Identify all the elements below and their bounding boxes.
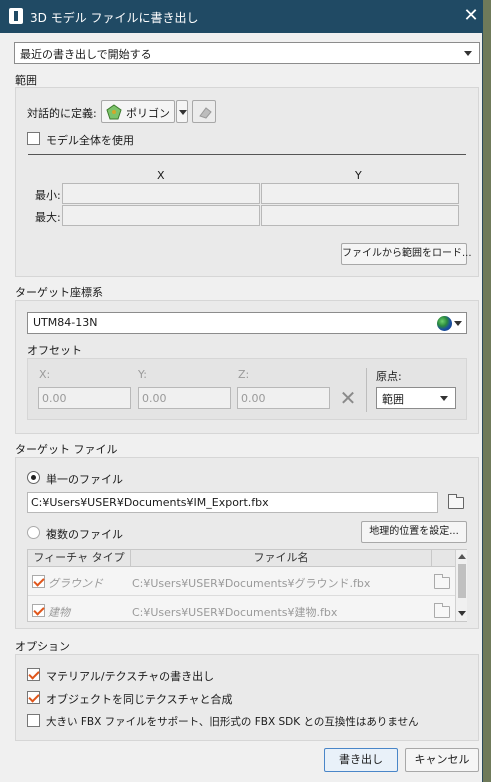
offset-y-field[interactable]: 0.00 [138, 387, 231, 409]
large-fbx-label: 大きい FBX ファイルをサポート、旧形式の FBX SDK との互換性はありま… [46, 716, 419, 728]
row-feature-type: グラウンド [48, 577, 103, 590]
row-checkbox[interactable] [32, 575, 45, 588]
scrollbar-thumb[interactable] [458, 564, 466, 598]
multiple-files-radio[interactable] [27, 526, 40, 539]
merge-same-texture-checkbox[interactable] [27, 691, 40, 704]
max-label: 最大: [35, 211, 61, 224]
offset-y-label: Y: [138, 368, 147, 381]
col-file-name: ファイル名 [253, 551, 309, 564]
preset-select[interactable]: 最近の書き出しで開始する [14, 42, 480, 64]
origin-value: 範囲 [382, 393, 404, 406]
table-row[interactable]: グラウンド C:¥Users¥USER¥Documents¥グラウンド.fbx [28, 568, 455, 596]
offset-z-label: Z: [238, 368, 250, 381]
export-materials-label: マテリアル/テクスチャの書き出し [46, 670, 215, 683]
export-materials-checkbox[interactable] [27, 668, 40, 681]
row-feature-type: 建物 [48, 606, 70, 619]
divider [28, 154, 466, 155]
polygon-icon [106, 104, 122, 120]
define-interactively-label: 対話的に定義: [27, 107, 97, 120]
folder-browse-icon[interactable] [448, 494, 464, 509]
coordinate-system-select[interactable]: UTM84-13N [27, 312, 467, 334]
row-file-name: C:¥Users¥USER¥Documents¥建物.fbx [132, 606, 338, 619]
extent-x-header: X [157, 169, 165, 182]
extent-section-label: 範囲 [15, 74, 37, 87]
row-folder-icon[interactable] [434, 574, 450, 589]
row-file-name: C:¥Users¥USER¥Documents¥グラウンド.fbx [132, 577, 371, 590]
single-file-radio[interactable] [27, 471, 40, 484]
app-icon [9, 8, 23, 24]
min-x-field[interactable] [62, 183, 260, 204]
scroll-down-icon[interactable] [458, 611, 466, 616]
export-3d-model-dialog: 3D モデル ファイルに書き出し ✕ 最近の書き出しで開始する 範囲 対話的に定… [0, 0, 483, 782]
multiple-files-label: 複数のファイル [46, 528, 123, 541]
offset-x-label: X: [39, 368, 51, 381]
coordinate-system-value: UTM84-13N [33, 316, 98, 329]
origin-select[interactable]: 範囲 [376, 387, 456, 409]
load-extent-from-file-button[interactable]: ファイルから範囲をロード... [341, 243, 472, 265]
col-browse [431, 550, 455, 567]
export-button[interactable]: 書き出し [324, 748, 398, 772]
min-y-field[interactable] [261, 183, 459, 204]
eraser-icon [199, 107, 212, 119]
table-scrollbar[interactable] [455, 550, 467, 621]
chevron-down-icon [454, 321, 462, 326]
offset-x-field[interactable]: 0.00 [38, 387, 131, 409]
scroll-up-icon[interactable] [458, 554, 466, 559]
offset-z-field[interactable]: 0.00 [237, 387, 330, 409]
merge-same-texture-label: オブジェクトを同じテクスチャと合成 [46, 693, 233, 706]
extent-y-header: Y [355, 169, 362, 182]
origin-label: 原点: [376, 370, 402, 383]
clear-offset-icon[interactable]: ✕ [337, 388, 359, 410]
chevron-down-icon [440, 396, 448, 401]
target-file-section-label: ターゲット ファイル [15, 443, 118, 456]
globe-icon [437, 316, 452, 331]
set-geolocation-button[interactable]: 地理的位置を設定... [361, 521, 467, 543]
single-file-path-input[interactable]: C:¥Users¥USER¥Documents¥IM_Export.fbx [27, 492, 438, 513]
table-header: フィーチャ タイプ ファイル名 [28, 550, 455, 567]
row-checkbox[interactable] [32, 604, 45, 617]
use-full-model-label: モデル全体を使用 [46, 134, 134, 147]
polygon-button[interactable]: ポリゴン [101, 100, 175, 123]
options-section-label: オプション [15, 640, 70, 653]
clear-shape-button[interactable] [192, 100, 216, 123]
row-folder-icon[interactable] [434, 603, 450, 618]
large-fbx-checkbox[interactable] [27, 714, 40, 727]
min-label: 最小: [35, 189, 61, 202]
target-cs-section-label: ターゲット座標系 [15, 286, 103, 299]
table-row[interactable]: 建物 C:¥Users¥USER¥Documents¥建物.fbx [28, 597, 455, 623]
offset-label: オフセット [27, 344, 82, 357]
preset-value: 最近の書き出しで開始する [20, 48, 152, 61]
polygon-button-label: ポリゴン [126, 107, 170, 120]
use-full-model-checkbox[interactable] [27, 132, 40, 145]
chevron-down-icon [179, 110, 187, 115]
polygon-dropdown-button[interactable] [176, 100, 188, 123]
max-y-field[interactable] [261, 205, 459, 226]
single-file-label: 単一のファイル [46, 473, 123, 486]
col-feature-type: フィーチャ タイプ [28, 550, 131, 567]
feature-file-table: フィーチャ タイプ ファイル名 グラウンド C:¥Users¥USER¥Docu… [27, 549, 467, 622]
title-bar[interactable]: 3D モデル ファイルに書き出し ✕ [0, 0, 483, 33]
cancel-button[interactable]: キャンセル [405, 748, 479, 772]
max-x-field[interactable] [62, 205, 260, 226]
divider [366, 368, 367, 412]
close-icon[interactable]: ✕ [461, 5, 481, 27]
chevron-down-icon [464, 51, 472, 56]
window-title: 3D モデル ファイルに書き出し [30, 11, 199, 25]
